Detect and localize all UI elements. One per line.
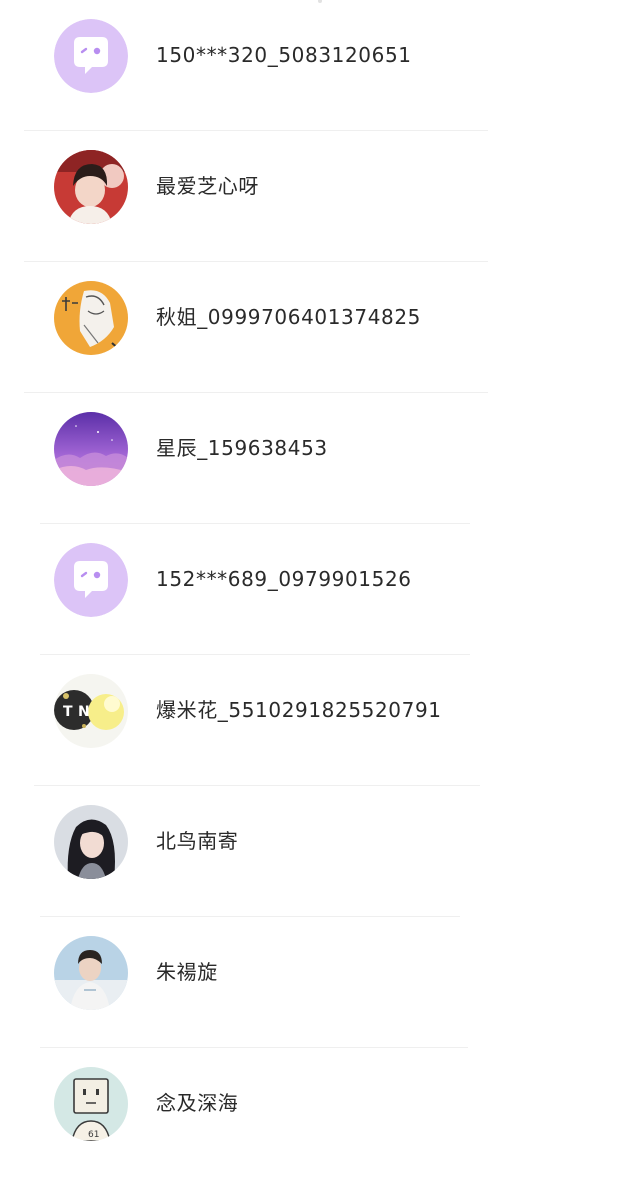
anime-drawing-avatar	[54, 281, 128, 355]
svg-text:N: N	[78, 704, 90, 720]
contact-row[interactable]: 61 念及深海	[0, 1048, 640, 1179]
contact-row[interactable]: 北鸟南寄	[0, 786, 640, 917]
default-chat-avatar-icon	[54, 543, 128, 617]
svg-text:61: 61	[88, 1130, 99, 1140]
purple-sky-avatar	[54, 412, 128, 486]
contact-name: 爆米花_5510291825520791	[156, 698, 442, 722]
contact-row[interactable]: 朱禓旋	[0, 917, 640, 1048]
contact-row[interactable]: 秋姐_0999706401374825	[0, 262, 640, 393]
boy-photo-avatar	[54, 936, 128, 1010]
contact-list: 150***320_5083120651 最爱芝心呀 秋姐_0999706401…	[0, 0, 640, 1179]
contact-name: 北鸟南寄	[156, 829, 239, 853]
tn-glitter-avatar: T N	[54, 674, 128, 748]
contact-name: 秋姐_0999706401374825	[156, 305, 421, 329]
user-photo-avatar	[54, 150, 128, 224]
contact-name: 念及深海	[156, 1091, 239, 1115]
contact-row[interactable]: T N 爆米花_5510291825520791	[0, 655, 640, 786]
svg-text:T: T	[63, 704, 73, 720]
contact-name: 朱禓旋	[156, 960, 218, 984]
box-head-cartoon-avatar: 61	[54, 1067, 128, 1141]
contact-row[interactable]: 最爱芝心呀	[0, 131, 640, 262]
contact-name: 星辰_159638453	[156, 436, 328, 460]
contact-row[interactable]: 星辰_159638453	[0, 393, 640, 524]
contact-row[interactable]: 150***320_5083120651	[0, 0, 640, 131]
girl-photo-avatar	[54, 805, 128, 879]
default-chat-avatar-icon	[54, 19, 128, 93]
contact-name: 150***320_5083120651	[156, 43, 412, 67]
contact-name: 最爱芝心呀	[156, 174, 259, 198]
contact-name: 152***689_0979901526	[156, 567, 412, 591]
contact-row[interactable]: 152***689_0979901526	[0, 524, 640, 655]
